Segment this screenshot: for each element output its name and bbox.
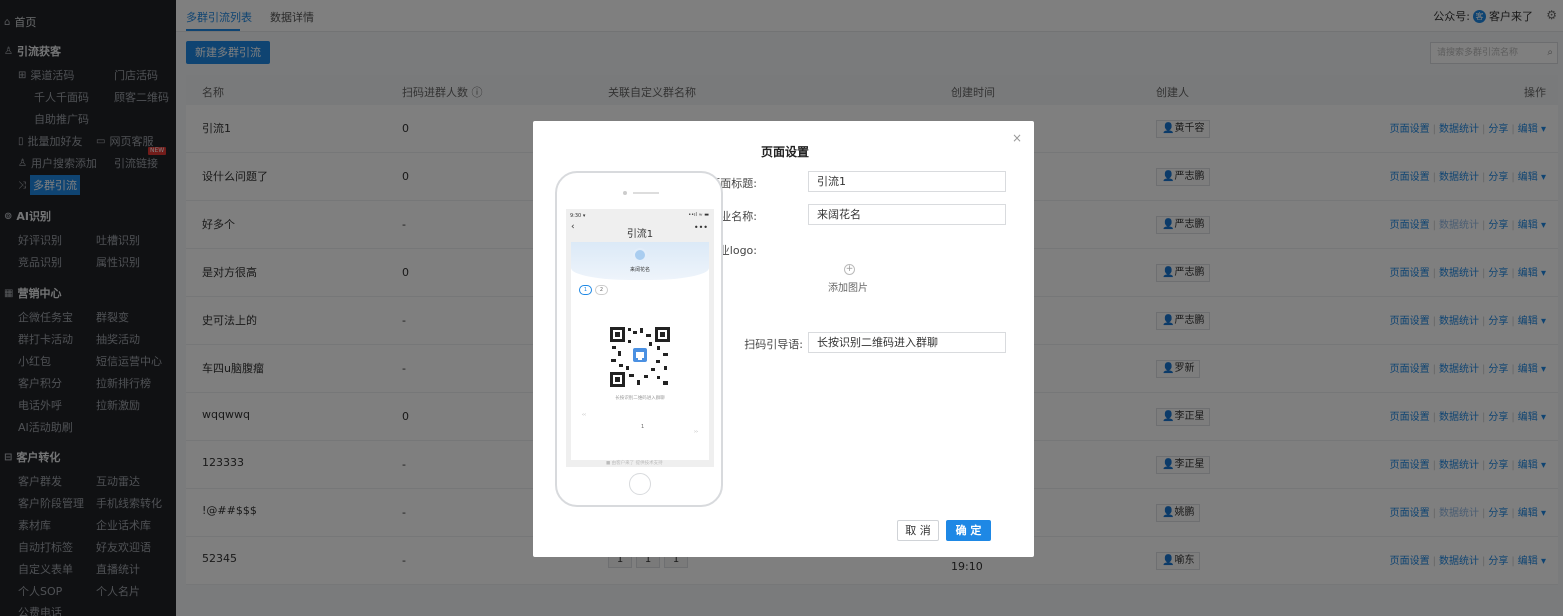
page-settings-dialog: × 页面设置 页面标题: 引流1 企业名称: 来阔花名 企业logo: + 添加… bbox=[533, 121, 1034, 557]
guide-text-field[interactable]: 长按识别二维码进入群聊 bbox=[808, 332, 1006, 353]
phone-camera bbox=[623, 191, 627, 195]
status-signal: ••ıl ≈ ▬ bbox=[688, 212, 709, 218]
group-pill: 2 bbox=[595, 285, 608, 295]
preview-card: 来阔花名 1 2 长按识别二维码进入群聊 ‹‹ 1 ›› bbox=[571, 242, 709, 460]
home-button-icon bbox=[629, 473, 651, 495]
phone-screen: 9:30 ▾ ••ıl ≈ ▬ ‹ 引流1 ••• 来阔花名 1 2 长按识别二… bbox=[566, 209, 714, 467]
preview-corp-name: 来阔花名 bbox=[629, 267, 650, 273]
cancel-button[interactable]: 取 消 bbox=[897, 520, 939, 541]
phone-speaker bbox=[633, 192, 659, 194]
preview-guide-text: 长按识别二维码进入群聊 bbox=[615, 396, 665, 401]
add-image-button[interactable]: 添加图片 bbox=[828, 279, 868, 294]
corp-name-field[interactable]: 来阔花名 bbox=[808, 204, 1006, 225]
group-pill: 1 bbox=[579, 285, 592, 295]
preview-title: 引流1 bbox=[626, 229, 654, 240]
page-title-field[interactable]: 引流1 bbox=[808, 171, 1006, 192]
next-arrow-icon: ›› bbox=[694, 429, 698, 435]
dialog-title: 页面设置 bbox=[761, 145, 810, 159]
corp-logo-icon bbox=[633, 248, 647, 262]
preview-footer: ■ 由客户来了 提供技术支持 bbox=[606, 461, 663, 466]
preview-page-number: 1 bbox=[641, 424, 645, 430]
phone-preview: 9:30 ▾ ••ıl ≈ ▬ ‹ 引流1 ••• 来阔花名 1 2 长按识别二… bbox=[555, 171, 723, 507]
more-icon: ••• bbox=[693, 223, 708, 232]
confirm-button[interactable]: 确 定 bbox=[946, 520, 991, 541]
prev-arrow-icon: ‹‹ bbox=[582, 412, 586, 418]
preview-group-pills: 1 2 bbox=[579, 285, 608, 295]
plus-circle-icon[interactable]: + bbox=[844, 264, 855, 275]
status-time: 9:30 ▾ bbox=[570, 213, 586, 219]
close-icon[interactable]: × bbox=[1012, 131, 1022, 145]
qrcode-icon bbox=[609, 326, 671, 388]
guide-text-label: 扫码引导语: bbox=[744, 338, 803, 351]
